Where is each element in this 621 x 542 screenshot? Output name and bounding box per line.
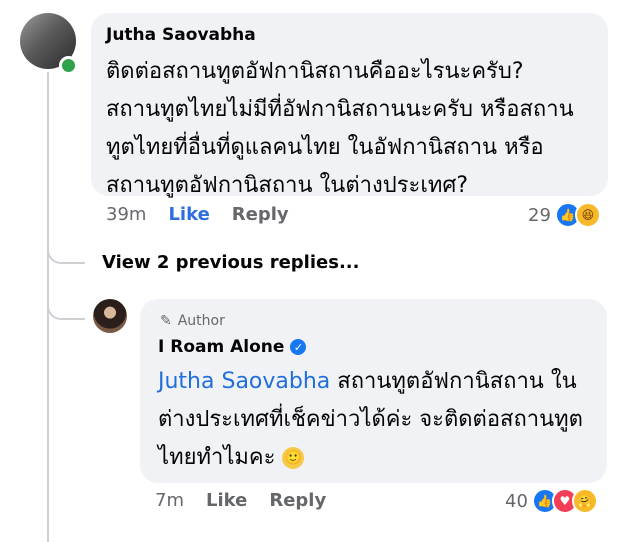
- reply-line: ต่างประเทศที่เช็คข่าวได้ค่ะ จะติดต่อสถาน…: [158, 407, 583, 432]
- comment-reactions[interactable]: 29 👍 😆: [528, 202, 601, 228]
- avatar-i-roam-alone[interactable]: [93, 299, 127, 333]
- comment-text: ติดต่อสถานทูตอัฟกานิสถานคืออะไรนะครับ? ส…: [106, 53, 574, 205]
- reply-line: Jutha Saovabha สถานทูตอัฟกานิสถาน ใน: [158, 363, 583, 401]
- thread-line-branch-2: [47, 282, 85, 320]
- reply-reactions[interactable]: 40 👍 ♥ 🤗: [505, 488, 598, 514]
- author-badge: ✎ Author: [160, 313, 225, 329]
- reply-text: Jutha Saovabha สถานทูตอัฟกานิสถาน ใน ต่า…: [158, 363, 583, 477]
- reply-bubble: ✎ Author I Roam Alone ✓ Jutha Saovabha สถ…: [140, 299, 607, 483]
- reply-time[interactable]: 7m: [155, 490, 184, 511]
- care-icon: 🤗: [571, 488, 598, 514]
- reaction-count: 29: [528, 204, 551, 226]
- reply-line-text: สถานทูตอัฟกานิสถาน ใน: [330, 369, 577, 394]
- smile-emoji-icon: 🙂: [282, 447, 305, 469]
- comment-line: ติดต่อสถานทูตอัฟกานิสถานคืออะไรนะครับ?: [106, 59, 524, 84]
- reply-author-label: I Roam Alone: [158, 337, 285, 357]
- comment-line: สถานทูตอัฟกานิสถาน ในต่างประเทศ?: [106, 173, 468, 198]
- comment-actions: 39m Like Reply: [106, 204, 311, 225]
- comment-time[interactable]: 39m: [106, 204, 146, 225]
- reply-line: ไทยทำไมคะ 🙂: [158, 439, 583, 477]
- reply-button[interactable]: Reply: [232, 204, 289, 225]
- mention-link[interactable]: Jutha Saovabha: [158, 369, 330, 394]
- pen-icon: ✎: [160, 313, 172, 329]
- author-badge-label: Author: [177, 313, 225, 329]
- comment-line: ทูตไทยที่อื่นที่ดูแลคนไทย ในอัฟกานิสถาน …: [106, 135, 544, 160]
- reaction-count: 40: [505, 490, 528, 512]
- like-button[interactable]: Like: [206, 490, 247, 511]
- view-previous-replies[interactable]: View 2 previous replies...: [102, 252, 359, 273]
- comment-bubble: Jutha Saovabha ติดต่อสถานทูตอัฟกานิสถานค…: [91, 13, 608, 198]
- thread-line-branch: [47, 226, 85, 264]
- online-status-icon: [59, 56, 78, 75]
- verified-badge-icon: ✓: [290, 339, 307, 355]
- reply-actions: 7m Like Reply: [155, 490, 348, 511]
- reply-button[interactable]: Reply: [269, 490, 326, 511]
- reply-author-name[interactable]: I Roam Alone ✓: [158, 337, 307, 357]
- comment-author-name[interactable]: Jutha Saovabha: [106, 25, 256, 45]
- haha-icon: 😆: [574, 202, 601, 228]
- reply-line-text: ไทยทำไมคะ: [158, 445, 283, 470]
- like-button[interactable]: Like: [168, 204, 209, 225]
- comment-line: สถานทูตไทยไม่มีที่อัฟกานิสถานนะครับ หรือ…: [106, 97, 574, 122]
